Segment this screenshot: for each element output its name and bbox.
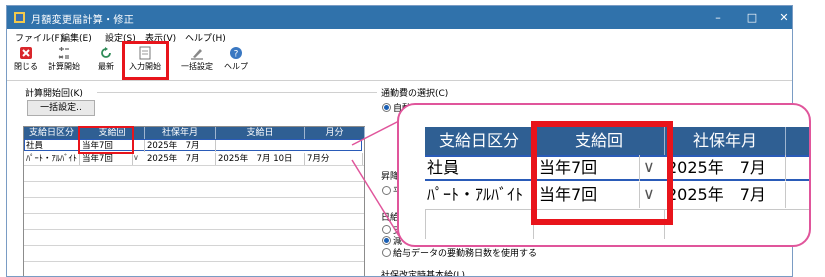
zoom-highlight-kai — [531, 121, 673, 225]
zoom-cell-kubun: ﾊﾟｰﾄ・ｱﾙﾊﾞｲﾄ — [427, 182, 534, 208]
zoom-cell-kubun: 社員 — [427, 155, 534, 181]
zoom-header-kubun: 支給日区分 — [425, 127, 534, 155]
zoom-cell-nengetsu: 2025年 7月 — [667, 182, 786, 208]
zoom-col-divider — [425, 209, 426, 239]
zoom-cell-nengetsu: 2025年 7月 — [667, 155, 786, 181]
zoom-callout: 支給日区分 支給回 社保年月 社員 当年7回 ∨ 2025年 7月 ﾊﾟｰﾄ・ｱ… — [397, 103, 811, 247]
zoom-header-more — [786, 127, 809, 155]
zoom-header-nengetsu: 社保年月 — [665, 127, 786, 155]
